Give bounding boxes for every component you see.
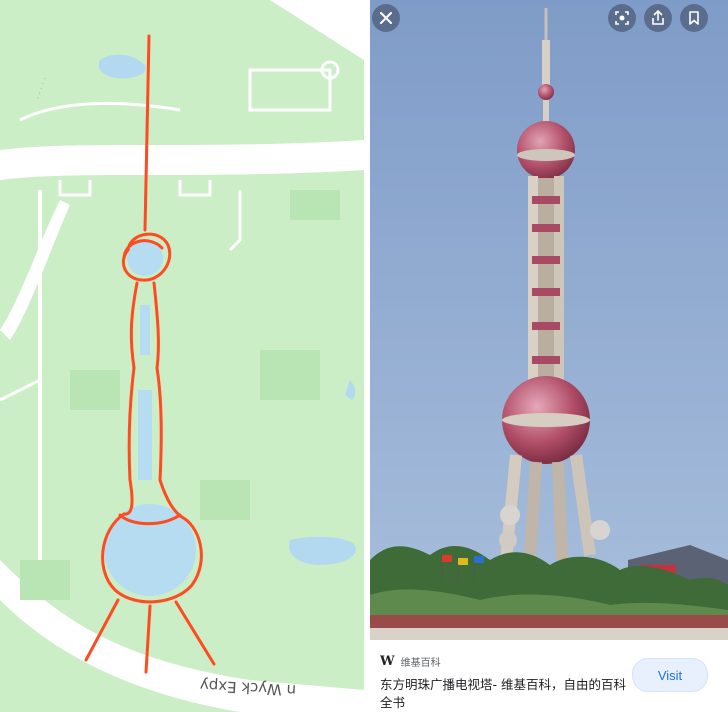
share-icon [652, 10, 664, 25]
close-icon [380, 12, 392, 24]
close-button[interactable] [372, 4, 400, 32]
bookmark-icon [689, 11, 699, 25]
share-button[interactable] [644, 4, 672, 32]
bookmark-button[interactable] [680, 4, 708, 32]
map-panel[interactable]: · · · · · n Wyck Expy [0, 0, 364, 712]
lens-search-button[interactable] [608, 4, 636, 32]
map-canvas[interactable]: · · · · · n Wyck Expy [0, 0, 364, 712]
wikipedia-logo-icon: W [380, 654, 395, 669]
image-result-panel: W 维基百科 东方明珠广播电视塔- 维基百科，自由的百科全书 Visit [370, 0, 728, 712]
result-title-link[interactable]: 东方明珠广播电视塔- 维基百科，自由的百科全书 [380, 676, 630, 712]
result-info-bar[interactable]: W 维基百科 东方明珠广播电视塔- 维基百科，自由的百科全书 Visit [370, 640, 728, 712]
source-row[interactable]: W 维基百科 [380, 654, 441, 669]
source-name: 维基百科 [400, 658, 441, 669]
tower-photo[interactable] [370, 0, 728, 640]
lens-search-icon [615, 11, 629, 25]
visit-button[interactable]: Visit [632, 658, 708, 692]
